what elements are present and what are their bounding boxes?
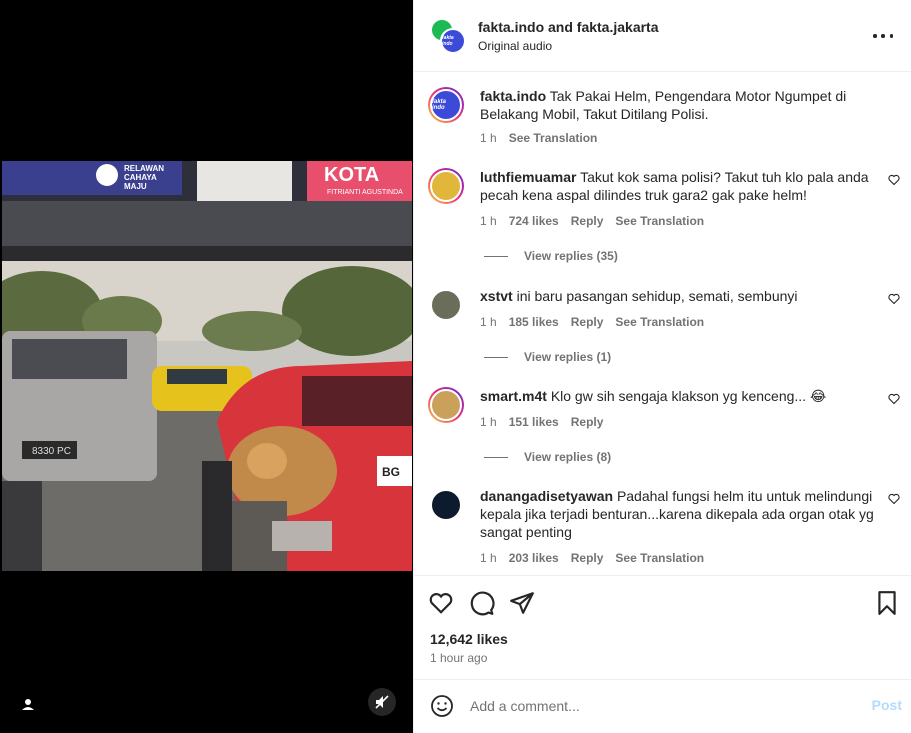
video-frame[interactable]: RELAWAN CAHAYA MAJU KOTA FITRIANTI AGUST… [2,161,412,571]
see-translation-link[interactable]: See Translation [615,214,704,228]
avatar: fakta indo [440,28,466,54]
comment-meta: 1 h 203 likes Reply See Translation [480,551,704,565]
svg-text:CAHAYA: CAHAYA [124,173,157,182]
billboard-left-text: RELAWAN [124,164,164,173]
comment-time: 1 h [480,415,497,429]
svg-text:MAJU: MAJU [124,182,147,191]
comment-username[interactable]: danangadisetyawan [480,488,613,504]
post-actions: 12,642 likes 1 hour ago [414,575,911,679]
post-button[interactable]: Post [872,697,902,713]
caption-meta: 1 h See Translation [480,131,597,145]
comment-username[interactable]: smart.m4t [480,388,547,404]
heart-icon[interactable] [888,293,900,305]
video-still: RELAWAN CAHAYA MAJU KOTA FITRIANTI AGUST… [2,161,412,571]
comment-input[interactable] [470,694,850,718]
comment-text: luthfiemuamar Takut kok sama polisi? Tak… [480,168,878,204]
comment-text: smart.m4t Klo gw sih sengaja klakson yg … [480,387,878,405]
see-translation-link[interactable]: See Translation [615,315,704,329]
see-translation-link[interactable]: See Translation [509,131,598,145]
collab-avatars[interactable]: fakta indo [430,18,466,54]
mute-button[interactable] [368,688,396,716]
speaker-muted-icon [375,695,389,709]
comment-likes[interactable]: 724 likes [509,214,559,228]
view-replies-button[interactable]: View replies (1) [484,350,611,364]
svg-text:FITRIANTI AGUSTINDA: FITRIANTI AGUSTINDA [327,189,403,196]
see-translation-link[interactable]: See Translation [615,551,704,565]
view-replies-button[interactable]: View replies (35) [484,249,618,263]
share-send-icon[interactable] [509,590,535,616]
plate-left: 8330 PC [32,446,71,457]
avatar[interactable] [428,287,464,323]
comment-time: 1 h [480,214,497,228]
avatar[interactable] [428,168,464,204]
comment-bubble-icon[interactable] [469,590,495,616]
comment-username[interactable]: luthfiemuamar [480,169,576,185]
reply-button[interactable]: Reply [571,214,604,228]
comment-text: danangadisetyawan Padahal fungsi helm it… [480,487,878,541]
heart-icon[interactable] [888,393,900,405]
post-time: 1 hour ago [430,651,488,665]
user-icon [22,699,34,710]
reply-button[interactable]: Reply [571,415,604,429]
post-header: fakta indo fakta.indo and fakta.jakarta … [414,0,911,72]
tagged-users-button[interactable] [18,695,38,715]
caption-time: 1 h [480,131,497,145]
like-heart-icon[interactable] [428,590,454,616]
heart-icon[interactable] [888,493,900,505]
reply-button[interactable]: Reply [571,315,604,329]
billboard-right-text: KOTA [324,164,379,186]
post-panel: fakta indo fakta.indo and fakta.jakarta … [413,0,911,733]
avatar[interactable]: fakta indo [428,87,464,123]
avatar[interactable] [428,487,464,523]
comment-time: 1 h [480,551,497,565]
comment-content: ini baru pasangan sehidup, semati, sembu… [516,288,798,304]
comment-likes[interactable]: 151 likes [509,415,559,429]
heart-icon[interactable] [888,174,900,186]
caption-username[interactable]: fakta.indo [480,88,546,104]
emoji-icon[interactable] [430,694,454,718]
likes-count[interactable]: 12,642 likes [430,631,508,647]
comment-likes[interactable]: 185 likes [509,315,559,329]
comment-meta: 1 h 151 likes Reply [480,415,603,429]
more-options-button[interactable] [873,26,893,46]
avatar[interactable] [428,387,464,423]
comment-meta: 1 h 185 likes Reply See Translation [480,315,704,329]
more-horizontal-icon [873,34,877,38]
caption-text: fakta.indo Tak Pakai Helm, Pengendara Mo… [480,87,878,123]
comments-list[interactable]: fakta indo fakta.indo Tak Pakai Helm, Pe… [414,73,911,575]
comment-content: Klo gw sih sengaja klakson yg kenceng...… [550,388,827,404]
video-player[interactable]: RELAWAN CAHAYA MAJU KOTA FITRIANTI AGUST… [0,0,413,733]
bookmark-icon[interactable] [874,590,900,616]
comment-username[interactable]: xstvt [480,288,513,304]
add-comment-bar: Post [414,679,911,733]
comment-time: 1 h [480,315,497,329]
plate-right: BG [382,465,400,479]
reply-button[interactable]: Reply [571,551,604,565]
comment-text: xstvt ini baru pasangan sehidup, semati,… [480,287,878,305]
comment-meta: 1 h 724 likes Reply See Translation [480,214,704,228]
audio-label[interactable]: Original audio [478,39,552,53]
post-author-title[interactable]: fakta.indo and fakta.jakarta [478,19,659,35]
comment-likes[interactable]: 203 likes [509,551,559,565]
view-replies-button[interactable]: View replies (8) [484,450,611,464]
